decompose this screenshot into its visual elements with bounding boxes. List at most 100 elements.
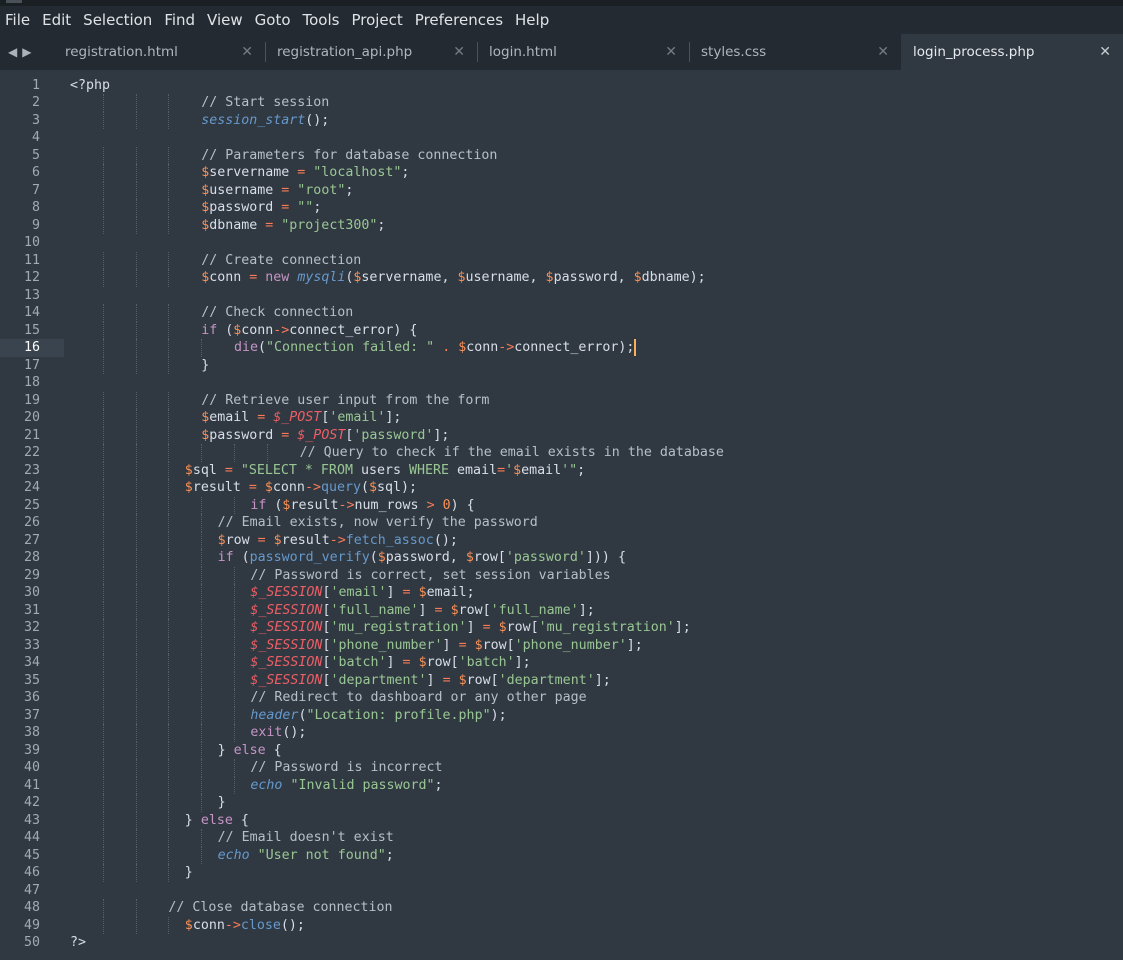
code-token: =	[402, 655, 411, 670]
code-token: "Invalid password"	[290, 777, 435, 793]
triangle-left-icon[interactable]: ◀	[8, 45, 17, 59]
code-text: $password = "";	[201, 199, 321, 217]
code-token: row[	[466, 672, 499, 688]
code-text: // Email doesn't exist	[218, 829, 394, 847]
tab-styles-css[interactable]: styles.css ✕	[689, 34, 901, 70]
indent-guide	[102, 514, 104, 532]
line-number: 6	[31, 165, 40, 180]
triangle-right-icon[interactable]: ▶	[22, 45, 31, 59]
code-token: session_start	[201, 112, 306, 128]
indent-guide	[135, 584, 137, 602]
menu-goto[interactable]: Goto	[249, 6, 297, 34]
indent-guide	[135, 479, 137, 497]
tab-registration-html[interactable]: registration.html ✕	[53, 34, 265, 70]
code-token: ->	[224, 917, 241, 933]
indent-guide	[201, 444, 203, 462]
line-number: 37	[23, 707, 40, 723]
menu-file[interactable]: File	[0, 6, 36, 34]
code-token: $	[545, 270, 554, 285]
indent-guide	[201, 829, 203, 847]
indent-guide	[102, 216, 104, 234]
code-token: ->	[273, 322, 290, 338]
code-token: 0	[442, 497, 451, 513]
close-x-icon[interactable]: ✕	[877, 34, 889, 70]
indent-guide	[234, 584, 235, 602]
indent-guide	[135, 461, 137, 479]
indent-guide	[266, 444, 268, 462]
code-token: if	[250, 497, 267, 513]
code-token: ];	[385, 410, 402, 425]
code-token: ?>	[70, 935, 87, 950]
close-x-icon[interactable]: ✕	[453, 34, 465, 70]
code-text: // Password is incorrect	[250, 759, 442, 777]
code-token: ->	[338, 497, 355, 513]
close-x-icon[interactable]: ✕	[241, 34, 253, 70]
code-token: connect_error);	[514, 340, 635, 355]
code-token: // Check connection	[201, 305, 354, 320]
menu-selection[interactable]: Selection	[77, 6, 158, 34]
menu-project[interactable]: Project	[345, 6, 408, 34]
line-number: 42	[23, 795, 40, 810]
indent-guide	[168, 794, 170, 812]
indent-guide	[201, 741, 203, 759]
menu-help[interactable]: Help	[509, 6, 555, 34]
tab-login-process-php[interactable]: login_process.php ✕	[901, 34, 1123, 70]
menu-preferences[interactable]: Preferences	[409, 6, 509, 34]
code-editor[interactable]: 1 <?php 2// Start session 3 session_start();…	[0, 70, 1123, 960]
code-token: $	[369, 480, 378, 495]
line-number: 4	[31, 130, 40, 145]
code-line: 30 $_SESSION['email'] = $email;	[0, 584, 1123, 602]
code-text: $password = $_POST['password'];	[201, 427, 449, 445]
indent-guide	[102, 426, 104, 444]
menu-find[interactable]: Find	[158, 6, 201, 34]
code-token: =	[402, 585, 411, 600]
indent-guide	[102, 146, 104, 164]
indent-guide	[135, 164, 137, 182]
indent-guide	[135, 181, 137, 199]
code-token: result	[192, 480, 249, 495]
code-token: conn	[192, 917, 225, 933]
code-token: // Redirect to dashboard or any other pa…	[250, 690, 587, 705]
menu-tools[interactable]: Tools	[297, 6, 346, 34]
indent-guide	[135, 321, 137, 339]
indent-guide	[135, 409, 137, 427]
code-token: else	[200, 812, 233, 828]
code-token: num_rows	[354, 497, 427, 513]
code-token: ->	[304, 480, 321, 495]
indent-guide	[168, 706, 170, 724]
tab-label: registration.html	[65, 44, 178, 60]
menu-view[interactable]: View	[201, 6, 249, 34]
close-x-icon[interactable]: ✕	[665, 34, 677, 70]
code-token: $	[418, 585, 427, 600]
line-number: 13	[23, 287, 40, 303]
indent-guide	[102, 479, 104, 497]
code-text: $_SESSION['full_name'] = $row['full_name…	[250, 602, 594, 620]
code-token: 'phone_number'	[330, 637, 443, 653]
close-x-icon[interactable]: ✕	[1099, 34, 1111, 70]
indent-guide	[102, 531, 104, 549]
code-text: echo "User not found";	[218, 847, 394, 865]
code-token: ;	[401, 165, 410, 180]
code-token: ];	[674, 620, 691, 635]
code-line: 1 <?php	[0, 77, 1123, 95]
indent-guide	[168, 724, 170, 742]
line-number: 30	[23, 585, 40, 600]
code-token: password_verify	[249, 550, 370, 565]
code-line: 34 $_SESSION['batch'] = $row['batch'];	[0, 654, 1123, 672]
tab-bar: ◀ ▶ registration.html ✕ registration_api.…	[0, 34, 1123, 70]
indent-guide	[234, 724, 235, 742]
tab-login-html[interactable]: login.html ✕	[477, 34, 689, 70]
menu-edit[interactable]: Edit	[36, 6, 77, 34]
indent-guide	[135, 111, 137, 129]
code-line: 13	[0, 287, 1123, 305]
code-token: else	[233, 742, 266, 758]
indent-guide	[234, 496, 235, 514]
code-token: ];	[514, 655, 531, 670]
code-line: 6 $servername = "localhost";	[0, 164, 1123, 182]
line-number: 20	[23, 410, 40, 425]
code-token: =	[224, 462, 233, 478]
code-line: 8 $password = "";	[0, 199, 1123, 217]
tab-registration-api-php[interactable]: registration_api.php ✕	[265, 34, 477, 70]
line-number: 24	[23, 480, 40, 495]
